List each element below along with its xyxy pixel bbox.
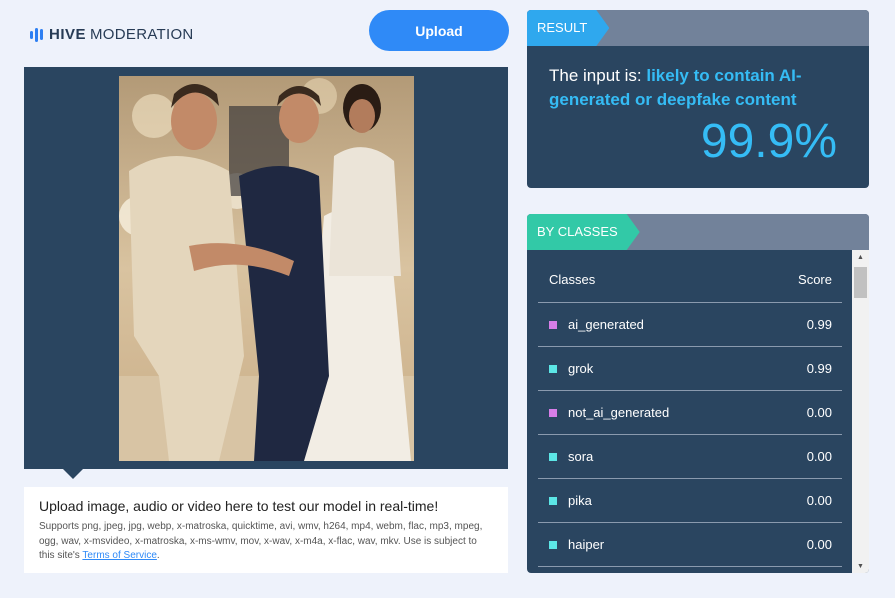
result-header: RESULT [527,10,869,46]
result-card: RESULT The input is: likely to contain A… [527,10,869,188]
classes-column-header: Classes [549,271,596,287]
class-label: ai_generated [568,317,644,332]
by-classes-tag: BY CLASSES [527,214,640,250]
class-score: 0.00 [806,493,832,508]
upload-info-description: Supports png, jpeg, jpg, webp, x-matrosk… [39,520,494,564]
class-label: grok [568,361,594,376]
media-preview[interactable] [24,67,508,469]
class-score: 0.99 [806,361,832,376]
class-color-swatch [549,452,557,461]
result-prefix: The input is: [549,66,642,85]
uploaded-image [119,76,414,461]
class-name: sora [549,449,807,464]
class-name: grok [549,361,807,376]
upload-info-panel: Upload image, audio or video here to tes… [24,487,508,573]
class-name: not_ai_generated [549,405,807,420]
class-color-swatch [549,408,557,417]
table-row: ai_generated 0.99 [538,303,842,347]
scroll-up-icon[interactable]: ▲ [852,250,869,264]
class-label: haiper [568,537,605,552]
class-name: ai_generated [549,317,807,332]
class-label: sora [568,449,594,464]
class-color-swatch [549,540,557,549]
score-column-header: Score [798,271,832,287]
logo-product-text: MODERATION [90,26,194,43]
class-name: pika [549,493,807,508]
class-label: not_ai_generated [568,405,670,420]
logo-brand-text: HIVE [49,26,87,43]
tos-suffix: . [156,550,160,561]
table-row: pika 0.00 [538,479,842,523]
table-row: sora 0.00 [538,435,842,479]
preview-pointer [63,469,83,479]
class-label: pika [568,493,592,508]
class-score: 0.99 [806,317,832,332]
classes-table[interactable]: Classes Score ai_generated 0.99 grok 0.99 no… [538,250,842,573]
result-percentage: 99.9% [700,115,837,168]
class-color-swatch [549,320,557,329]
by-classes-header: BY CLASSES [527,214,869,250]
table-row: haiper 0.00 [538,523,842,567]
upload-button[interactable]: Upload [369,10,509,51]
upload-info-title: Upload image, audio or video here to tes… [39,498,439,514]
class-color-swatch [549,496,557,505]
class-color-swatch [549,364,557,373]
class-score: 0.00 [806,405,832,420]
classes-scrollbar[interactable]: ▲ ▼ [852,250,869,573]
result-statement: The input is: likely to contain AI-gener… [549,64,839,112]
scrollbar-thumb[interactable] [854,267,867,298]
class-score: 0.00 [806,449,832,464]
soundwave-logo-icon [30,27,43,42]
class-name: haiper [549,537,807,552]
class-score: 0.00 [806,537,832,552]
table-row: grok 0.99 [538,347,842,391]
by-classes-card: BY CLASSES Classes Score ai_generated 0.9… [527,214,869,573]
scroll-down-icon[interactable]: ▼ [852,559,869,573]
terms-of-service-link[interactable]: Terms of Service [82,550,156,561]
hive-logo[interactable]: HIVE MODERATION [30,26,194,43]
table-row: not_ai_generated 0.00 [538,391,842,435]
result-tag: RESULT [527,10,609,46]
table-header-row: Classes Score [538,250,842,303]
